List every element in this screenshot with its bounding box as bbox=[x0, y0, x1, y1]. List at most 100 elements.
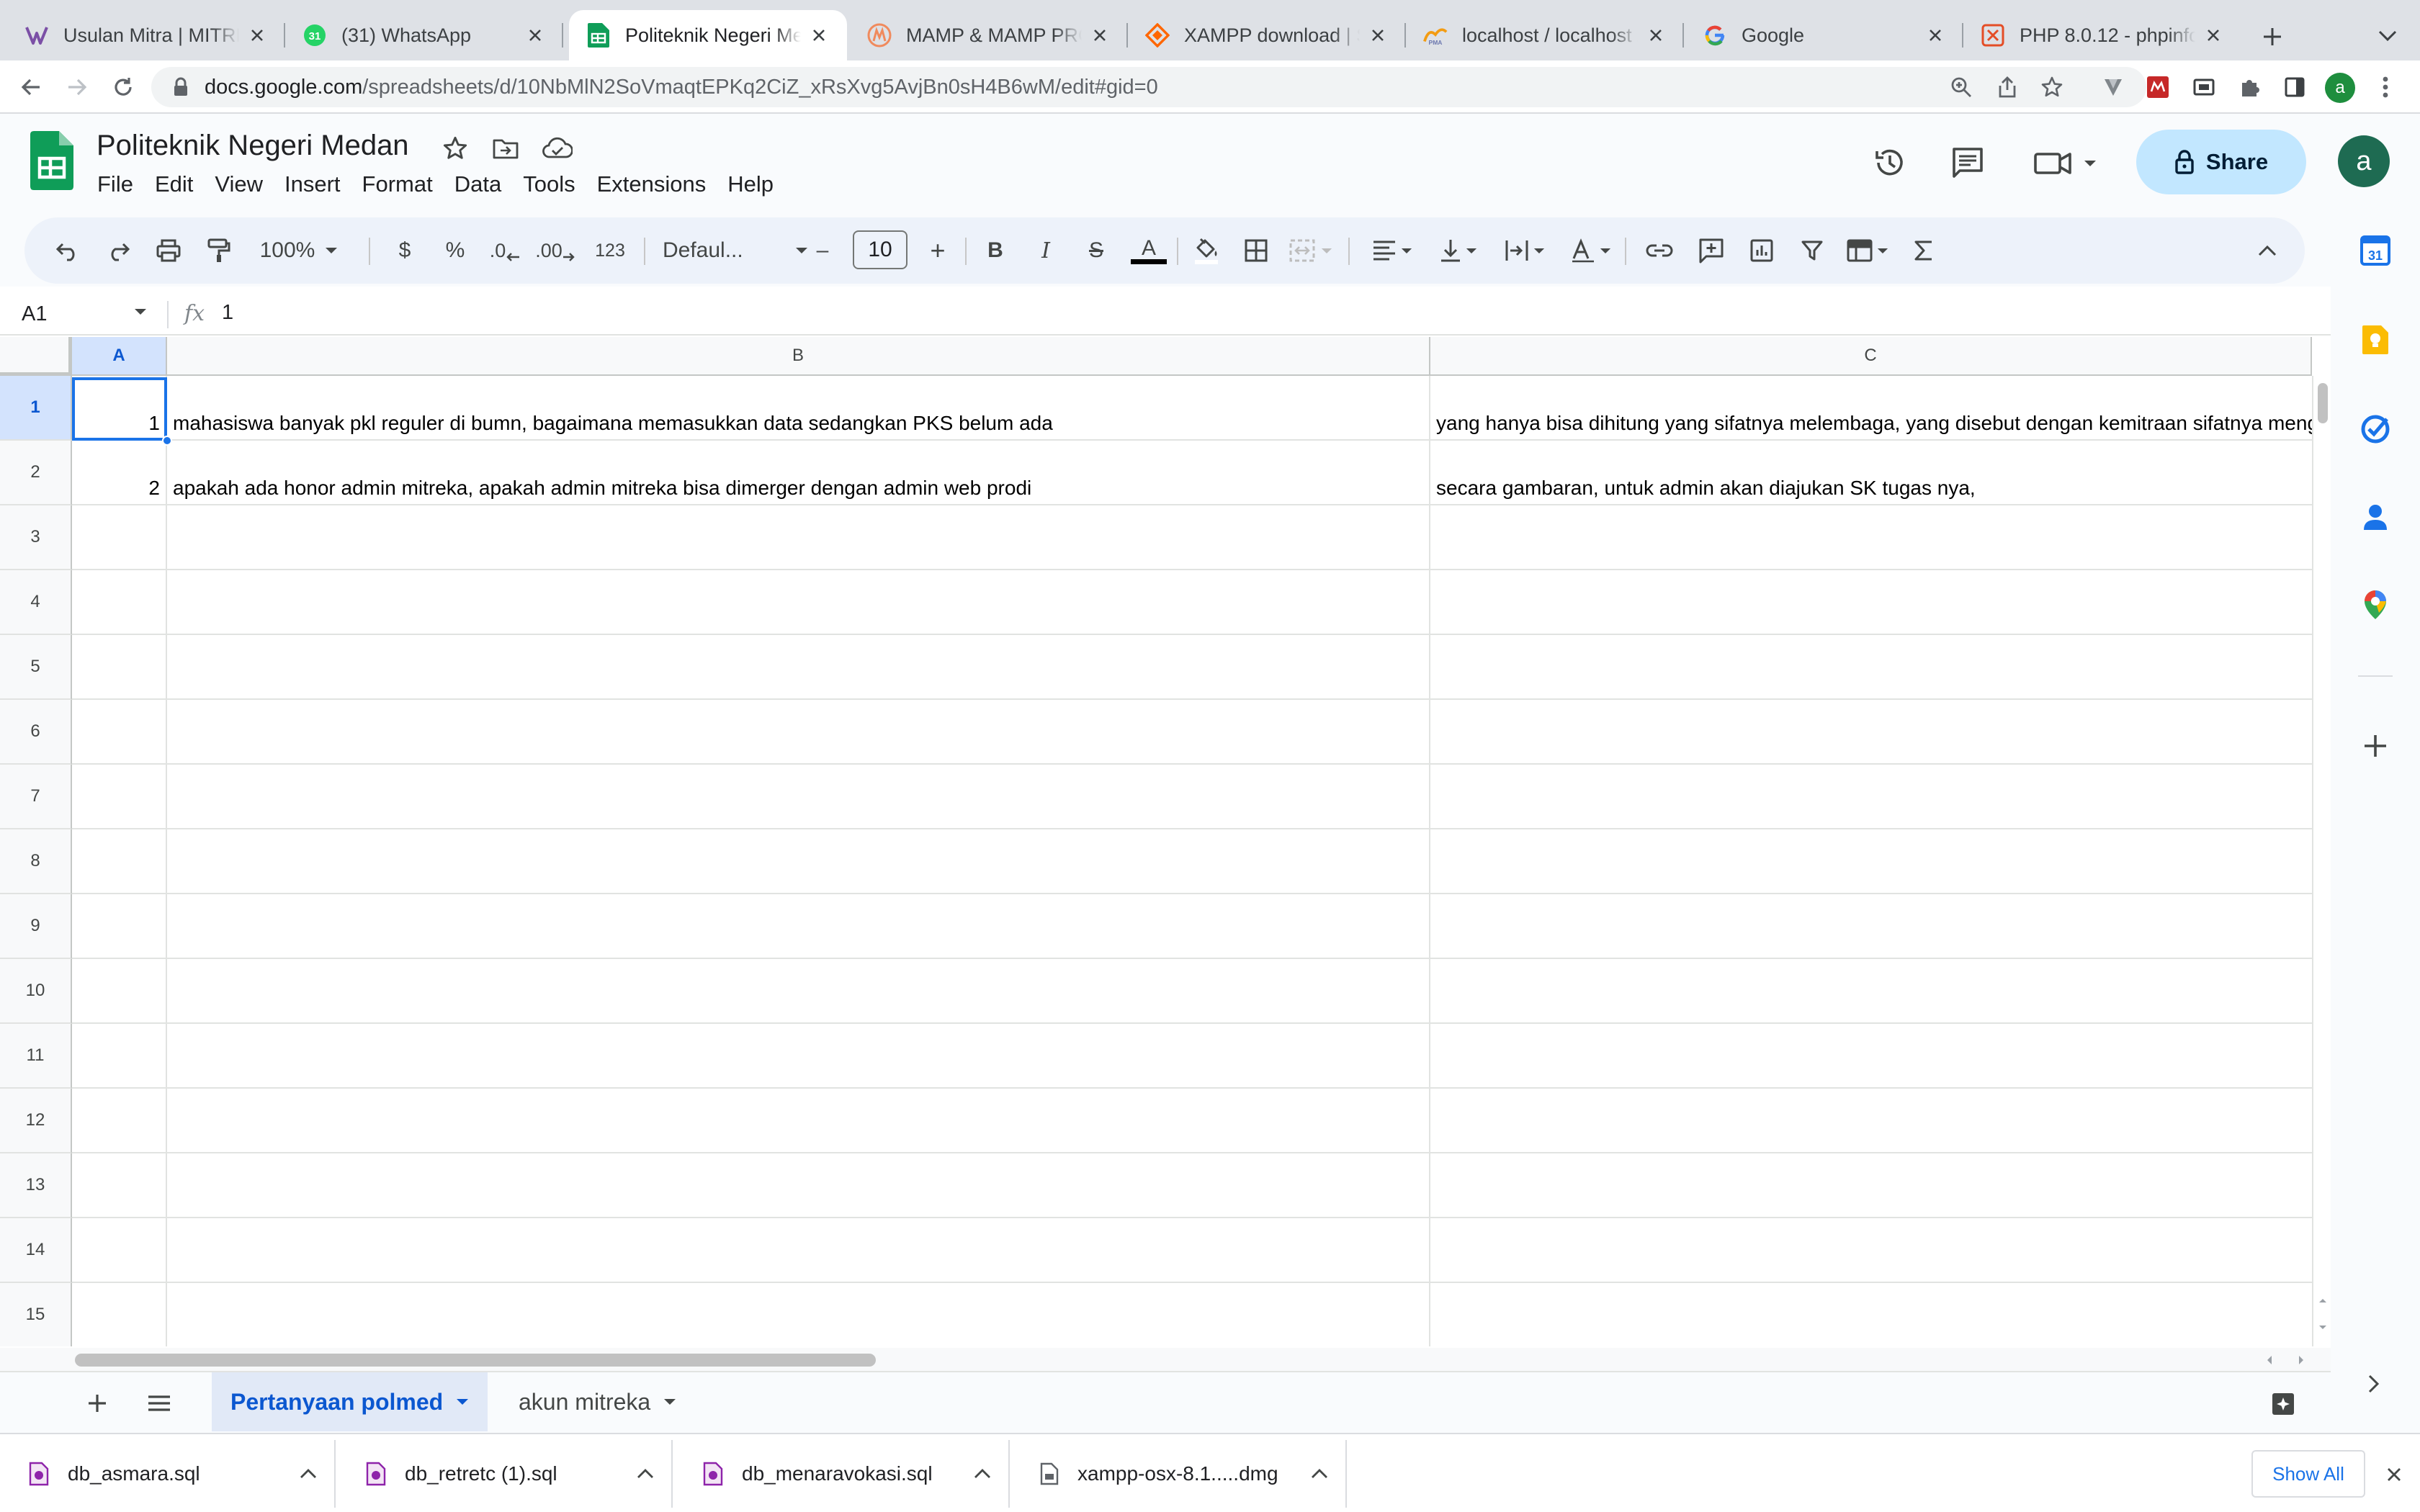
fill-color-icon[interactable] bbox=[1187, 233, 1226, 268]
comments-icon[interactable] bbox=[1945, 140, 1991, 186]
browser-tab-mamp[interactable]: MAMP & MAMP PRO - bbox=[850, 10, 1128, 60]
column-header-a[interactable]: A bbox=[72, 337, 167, 376]
currency-format-button[interactable]: $ bbox=[387, 233, 422, 268]
menu-extensions[interactable]: Extensions bbox=[586, 168, 717, 204]
close-icon[interactable] bbox=[808, 24, 830, 46]
strikethrough-button[interactable]: S bbox=[1079, 233, 1113, 268]
menu-format[interactable]: Format bbox=[351, 168, 444, 204]
borders-icon[interactable] bbox=[1239, 233, 1273, 268]
increase-decimal-button[interactable]: .00 bbox=[533, 233, 578, 268]
row-header-2[interactable]: 2 bbox=[0, 441, 72, 505]
dropdown-arrow-icon[interactable] bbox=[456, 1398, 469, 1405]
browser-tab-mitreka[interactable]: Usulan Mitra | MITREKA bbox=[7, 10, 285, 60]
row-header-12[interactable]: 12 bbox=[0, 1089, 72, 1153]
font-size-input[interactable]: 10 bbox=[853, 230, 908, 269]
back-button[interactable] bbox=[14, 71, 48, 104]
share-button[interactable]: Share bbox=[2136, 130, 2306, 194]
row-header-8[interactable]: 8 bbox=[0, 829, 72, 894]
row-header-1[interactable]: 1 bbox=[0, 376, 72, 441]
tasks-icon[interactable] bbox=[2357, 410, 2394, 448]
extension-red-icon[interactable] bbox=[2143, 73, 2172, 102]
browser-tab-whatsapp[interactable]: 31 (31) WhatsApp bbox=[285, 10, 563, 60]
zoom-icon[interactable] bbox=[1948, 73, 1975, 101]
row-header-14[interactable]: 14 bbox=[0, 1218, 72, 1283]
close-icon[interactable] bbox=[524, 24, 546, 46]
text-rotation-icon[interactable] bbox=[1566, 233, 1616, 268]
close-icon[interactable] bbox=[1924, 24, 1946, 46]
scroll-up-arrow-icon[interactable] bbox=[2318, 1297, 2327, 1303]
horizontal-scrollbar[interactable] bbox=[0, 1348, 2331, 1371]
side-panel-icon[interactable] bbox=[2280, 73, 2309, 102]
cloud-saved-icon[interactable] bbox=[542, 132, 573, 164]
keep-icon[interactable] bbox=[2357, 321, 2394, 359]
browser-tab-politeknik[interactable]: Politeknik Negeri Medan bbox=[569, 10, 847, 60]
url-text[interactable]: docs.google.com/spreadsheets/d/10NbMlN2S… bbox=[205, 76, 1158, 99]
close-icon[interactable] bbox=[2380, 1460, 2408, 1489]
contacts-icon[interactable] bbox=[2357, 498, 2394, 536]
forward-button[interactable] bbox=[60, 71, 94, 104]
formula-input[interactable]: 1 bbox=[222, 301, 233, 325]
tab-search-chevron-icon[interactable] bbox=[2373, 22, 2402, 50]
increase-font-size-button[interactable]: + bbox=[920, 233, 955, 268]
browser-tab-phpinfo[interactable]: PHP 8.0.12 - phpinfo() bbox=[1963, 10, 2241, 60]
dropdown-arrow-icon[interactable] bbox=[134, 308, 147, 315]
name-box[interactable]: A1 bbox=[22, 298, 151, 330]
row-header-10[interactable]: 10 bbox=[0, 959, 72, 1024]
horizontal-align-icon[interactable] bbox=[1367, 233, 1417, 268]
row-header-13[interactable]: 13 bbox=[0, 1153, 72, 1218]
fill-handle[interactable] bbox=[162, 436, 172, 446]
redo-icon[interactable] bbox=[101, 233, 135, 268]
menu-help[interactable]: Help bbox=[717, 168, 784, 204]
browser-tab-google[interactable]: Google bbox=[1685, 10, 1963, 60]
scroll-down-arrow-icon[interactable] bbox=[2318, 1325, 2327, 1331]
collapse-menus-chevron-icon[interactable] bbox=[2250, 233, 2285, 268]
calendar-icon[interactable]: 31 bbox=[2357, 232, 2394, 269]
column-header-b[interactable]: B bbox=[167, 337, 1430, 376]
bookmark-star-icon[interactable] bbox=[2038, 73, 2066, 101]
share-page-icon[interactable] bbox=[1994, 73, 2021, 101]
chevron-up-icon[interactable] bbox=[637, 1469, 654, 1479]
undo-icon[interactable] bbox=[50, 233, 85, 268]
explore-icon[interactable] bbox=[2267, 1388, 2299, 1420]
row-header-3[interactable]: 3 bbox=[0, 505, 72, 570]
insert-link-icon[interactable] bbox=[1641, 233, 1678, 268]
cell-c1[interactable]: yang hanya bisa dihitung yang sifatnya m… bbox=[1430, 376, 2312, 441]
zoom-select[interactable]: 100% bbox=[252, 233, 346, 268]
chevron-up-icon[interactable] bbox=[300, 1469, 317, 1479]
download-item[interactable]: db_asmara.sql bbox=[0, 1440, 336, 1508]
menu-insert[interactable]: Insert bbox=[274, 168, 351, 204]
insert-comment-icon[interactable] bbox=[1693, 233, 1730, 268]
number-format-button[interactable]: 123 bbox=[586, 233, 634, 268]
download-item[interactable]: db_menaravokasi.sql bbox=[674, 1440, 1010, 1508]
close-icon[interactable] bbox=[1367, 24, 1389, 46]
cell-c2[interactable]: secara gambaran, untuk admin akan diajuk… bbox=[1430, 441, 2312, 505]
extensions-puzzle-icon[interactable] bbox=[2236, 73, 2264, 102]
row-header-11[interactable]: 11 bbox=[0, 1024, 72, 1089]
italic-button[interactable]: I bbox=[1028, 233, 1063, 268]
decrease-font-size-button[interactable]: – bbox=[805, 233, 840, 268]
close-icon[interactable] bbox=[246, 24, 268, 46]
doc-title[interactable]: Politeknik Negeri Medan bbox=[97, 130, 409, 162]
star-icon[interactable] bbox=[439, 132, 471, 164]
reload-button[interactable] bbox=[107, 71, 140, 104]
sheet-tab-akun-mitreka[interactable]: akun mitreka bbox=[500, 1372, 695, 1431]
get-addons-plus-icon[interactable] bbox=[2357, 727, 2394, 765]
functions-sigma-icon[interactable] bbox=[1906, 233, 1942, 268]
download-item[interactable]: db_retretc (1).sql bbox=[337, 1440, 673, 1508]
add-sheet-plus-icon[interactable] bbox=[79, 1385, 115, 1421]
vertical-scrollbar-thumb[interactable] bbox=[2318, 383, 2328, 423]
new-tab-button[interactable] bbox=[2254, 19, 2290, 55]
select-all-corner[interactable] bbox=[0, 337, 72, 376]
scroll-right-arrow-icon[interactable] bbox=[2298, 1355, 2305, 1365]
close-icon[interactable] bbox=[1089, 24, 1111, 46]
decrease-decimal-button[interactable]: .0 bbox=[485, 233, 524, 268]
font-family-select[interactable]: Defaul... bbox=[657, 233, 814, 268]
filter-views-icon[interactable] bbox=[1841, 233, 1894, 268]
all-sheets-menu-icon[interactable] bbox=[141, 1385, 177, 1421]
vertical-align-icon[interactable] bbox=[1433, 233, 1484, 268]
maps-icon[interactable] bbox=[2357, 586, 2394, 624]
paint-format-icon[interactable] bbox=[202, 233, 236, 268]
move-folder-icon[interactable] bbox=[490, 132, 521, 164]
meet-video-icon[interactable] bbox=[2031, 140, 2100, 186]
row-header-4[interactable]: 4 bbox=[0, 570, 72, 635]
